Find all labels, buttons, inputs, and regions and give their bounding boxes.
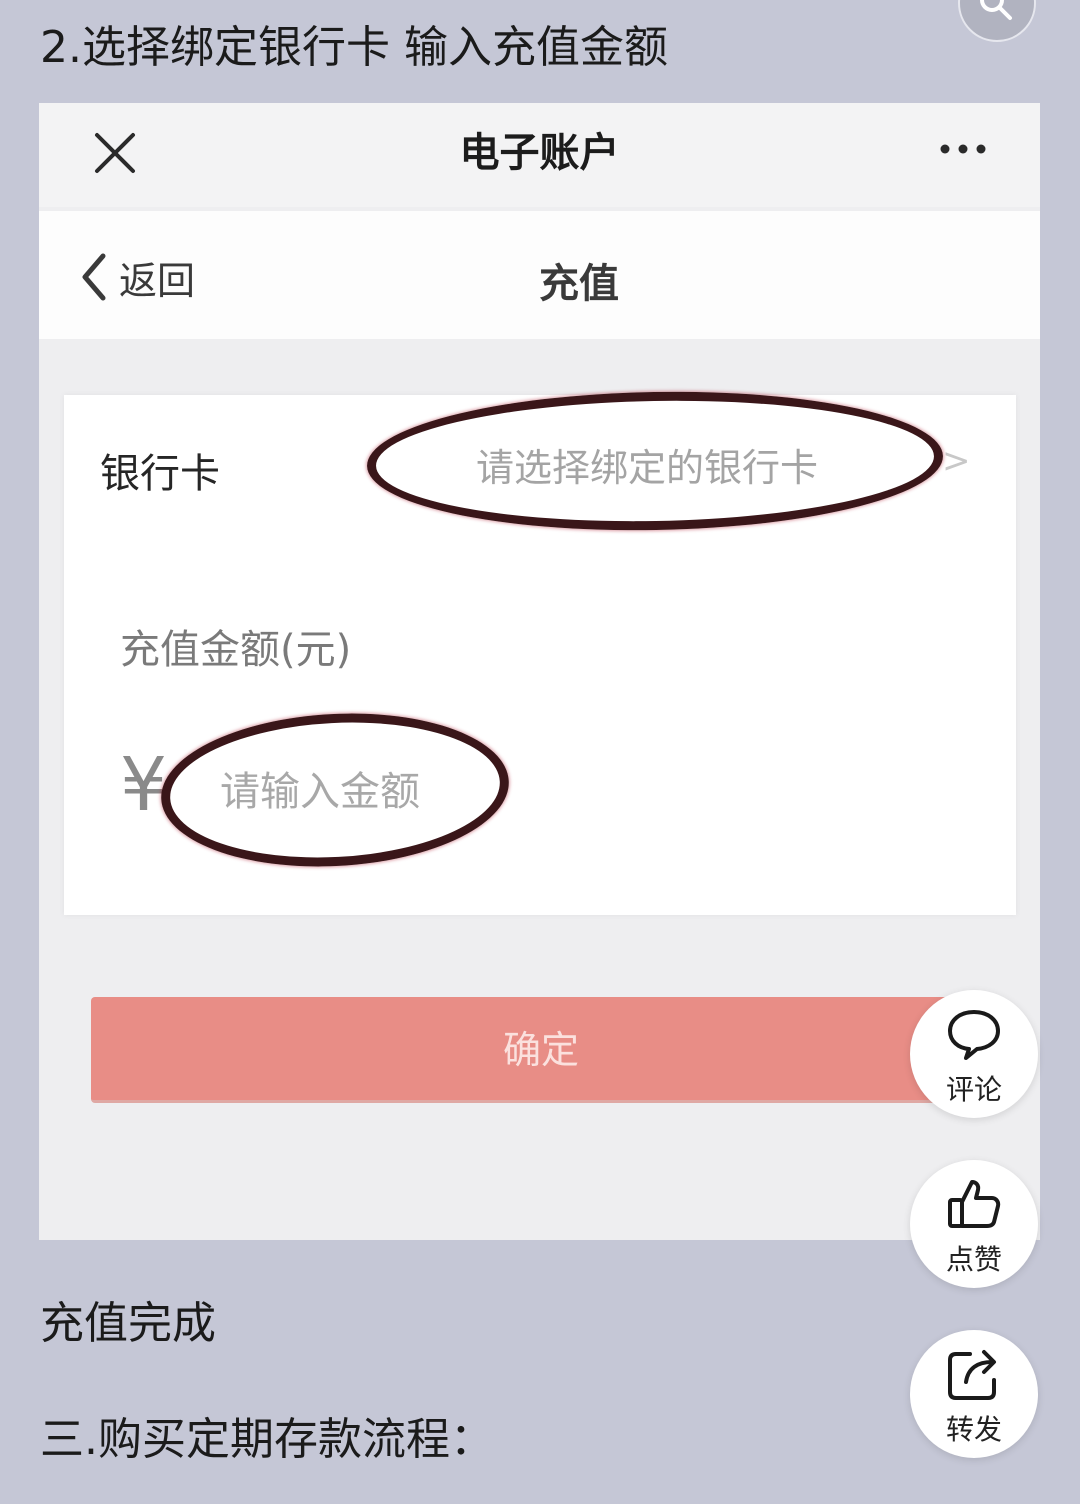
like-label: 点赞 — [945, 1243, 1002, 1276]
amount-label: 充值金额(元) — [120, 627, 352, 673]
top-partial-button[interactable] — [958, 0, 1036, 42]
completion-text: 充值完成 — [40, 1298, 216, 1349]
amount-input[interactable]: 请输入金额 — [220, 759, 420, 817]
comment-label: 评论 — [945, 1073, 1002, 1106]
section-heading: 三.购买定期存款流程： — [40, 1414, 494, 1465]
sub-header: 返回 充值 — [39, 211, 1040, 339]
like-button[interactable]: 点赞 — [910, 1160, 1038, 1288]
search-icon — [980, 0, 1012, 20]
step-heading: 2.选择绑定银行卡 输入充值金额 — [40, 22, 668, 73]
share-button[interactable]: 转发 — [910, 1330, 1038, 1458]
nav-bar: 电子账户 — [39, 103, 1040, 207]
nav-title: 电子账户 — [459, 130, 620, 176]
confirm-button[interactable]: 确定 — [91, 997, 991, 1103]
app-screenshot: 电子账户 返回 充值 银行卡 请选择绑定的银行卡 > 充值金额(元) ¥ 请输入… — [39, 103, 1040, 1240]
more-icon[interactable] — [935, 139, 995, 159]
comment-icon — [948, 1010, 1000, 1060]
comment-button[interactable]: 评论 — [910, 990, 1038, 1118]
recharge-form: 银行卡 请选择绑定的银行卡 > 充值金额(元) ¥ 请输入金额 — [64, 395, 1016, 915]
bank-card-select[interactable]: 请选择绑定的银行卡 — [476, 437, 818, 492]
thumbs-up-icon — [948, 1180, 1001, 1228]
currency-symbol: ¥ — [120, 742, 168, 828]
page-title: 充值 — [539, 261, 619, 307]
chevron-right-icon[interactable]: > — [942, 441, 971, 481]
share-label: 转发 — [945, 1413, 1002, 1446]
share-icon — [948, 1350, 996, 1400]
bank-card-label: 银行卡 — [100, 451, 220, 497]
